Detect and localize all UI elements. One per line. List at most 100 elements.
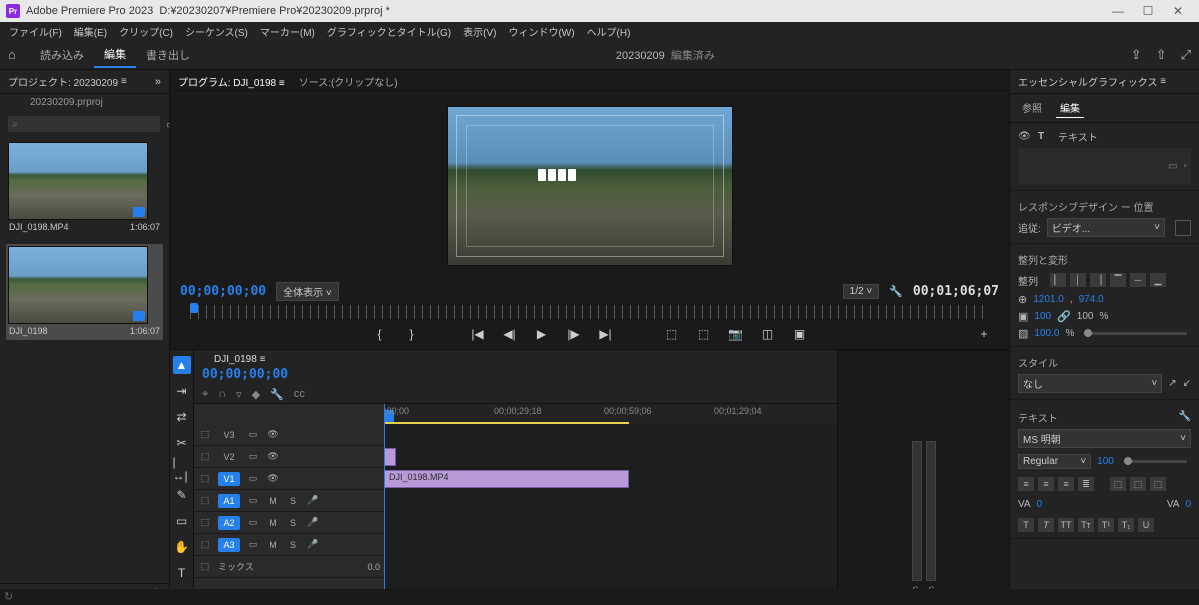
rectangle-tool-icon[interactable]: ▭ [173, 512, 191, 530]
linked-icon[interactable]: ∩ [218, 388, 226, 401]
menu-file[interactable]: ファイル(F) [4, 23, 67, 40]
menu-view[interactable]: 表示(V) [458, 23, 501, 40]
scale-w[interactable]: 100 [1034, 311, 1051, 322]
sync-icon[interactable]: ▭ [246, 539, 260, 550]
text-center-icon[interactable]: ≡ [1038, 477, 1054, 491]
new-folder-icon[interactable]: ▭ [1168, 161, 1177, 172]
hand-tool-icon[interactable]: ✋ [173, 538, 191, 556]
extract-icon[interactable]: ⬚ [695, 327, 713, 341]
opacity-slider[interactable] [1084, 332, 1187, 335]
text-left-icon[interactable]: ≡ [1018, 477, 1034, 491]
video-frame[interactable] [447, 106, 733, 266]
track-v1[interactable]: ⬚ V1 ▭ 👁 [194, 468, 384, 490]
ripple-tool-icon[interactable]: ⇄ [173, 408, 191, 426]
source-tab[interactable]: ソース:(クリップなし) [299, 74, 398, 89]
text-justify-icon[interactable]: ≣ [1078, 477, 1094, 491]
kerning-value[interactable]: 0 [1037, 499, 1043, 510]
voiceover-icon[interactable]: 🎤 [306, 539, 320, 550]
pin-box[interactable] [1175, 220, 1191, 236]
solo-icon[interactable]: S [286, 518, 300, 528]
mark-out-icon[interactable]: } [403, 327, 421, 341]
ws-tab-import[interactable]: 読み込み [30, 43, 94, 67]
bin-item[interactable]: DJI_0198 1:06:07 [6, 244, 163, 340]
menu-graphics[interactable]: グラフィックとタイトル(G) [322, 23, 456, 40]
safe-margins-icon[interactable]: ▣ [791, 327, 809, 341]
ws-tab-edit[interactable]: 編集 [94, 42, 136, 68]
allcaps-icon[interactable]: TT [1058, 518, 1074, 532]
breadcrumb[interactable]: 20230209.prproj [0, 94, 169, 114]
marker-icon[interactable]: ◆ [252, 388, 260, 401]
maximize-button[interactable]: ☐ [1133, 4, 1163, 18]
clip-thumbnail[interactable] [8, 142, 148, 220]
mini-ruler[interactable] [190, 305, 989, 319]
sync-icon[interactable]: ▭ [246, 429, 260, 440]
align-top-icon[interactable]: ▔ [1110, 273, 1126, 287]
playhead-line[interactable] [384, 404, 385, 591]
sync-icon[interactable]: ▭ [246, 495, 260, 506]
lock-icon[interactable]: ⬚ [198, 429, 212, 440]
search-input[interactable] [8, 116, 160, 132]
ws-tab-export[interactable]: 書き出し [136, 43, 200, 67]
font-size[interactable]: 100 [1097, 456, 1114, 467]
layer-text[interactable]: 👁 T テキスト [1018, 127, 1191, 146]
menu-sequence[interactable]: シーケンス(S) [180, 23, 253, 40]
lock-icon[interactable]: ⬚ [198, 539, 212, 550]
close-button[interactable]: ✕ [1163, 4, 1193, 18]
align-bottom-icon[interactable]: ▁ [1150, 273, 1166, 287]
sync-icon[interactable]: ▭ [246, 473, 260, 484]
follow-dropdown[interactable]: ビデオ...˅ [1047, 218, 1165, 237]
lock-icon[interactable]: ⬚ [198, 473, 212, 484]
mute-icon[interactable]: M [266, 518, 280, 528]
export-frame-icon[interactable]: 📷 [727, 327, 745, 341]
display-mode-dropdown[interactable]: 全体表示 ˅ [276, 282, 339, 301]
text-selection-handles[interactable] [538, 169, 576, 181]
track-v3[interactable]: ⬚ V3 ▭ 👁 [194, 424, 384, 446]
pos-y[interactable]: 974.0 [1079, 294, 1104, 305]
lock-icon[interactable]: ⬚ [198, 495, 212, 506]
sync-icon[interactable]: ▭ [246, 451, 260, 462]
opacity-value[interactable]: 100.0 [1034, 328, 1059, 339]
home-icon[interactable]: ⌂ [8, 47, 30, 62]
lift-icon[interactable]: ⬚ [663, 327, 681, 341]
align-right-icon[interactable]: ▕ [1090, 273, 1106, 287]
timeline-timecode[interactable]: 00;00;00;00 [202, 367, 288, 382]
solo-icon[interactable]: S [286, 496, 300, 506]
style-pull-icon[interactable]: ↙ [1183, 378, 1191, 389]
new-layer-icon[interactable]: ▫ [1183, 161, 1187, 172]
style-push-icon[interactable]: ↗ [1168, 378, 1176, 389]
share-icon[interactable]: ⇧ [1156, 47, 1167, 63]
eg-tab-edit[interactable]: 編集 [1056, 98, 1084, 118]
panel-expand-icon[interactable]: » [155, 76, 161, 88]
snap-icon[interactable]: ⌖ [202, 388, 208, 401]
menu-clip[interactable]: クリップ(C) [114, 23, 178, 40]
settings-wrench-icon[interactable]: 🔧 [889, 285, 903, 298]
cc-icon[interactable]: cc [294, 388, 305, 401]
wrench-icon[interactable]: 🔧 [1179, 411, 1191, 422]
play-icon[interactable]: ▶ [533, 327, 551, 341]
mute-icon[interactable]: M [266, 540, 280, 550]
graphics-clip[interactable] [384, 448, 396, 466]
align-vcenter-icon[interactable]: ─ [1130, 273, 1146, 287]
selection-tool-icon[interactable]: ▲ [173, 356, 191, 374]
type-tool-icon[interactable]: T [173, 564, 191, 582]
mute-icon[interactable]: M [266, 496, 280, 506]
go-out-icon[interactable]: ▶| [597, 327, 615, 341]
sequence-tab[interactable]: DJI_0198 ≡ [194, 350, 837, 367]
tracking-value[interactable]: 0 [1185, 499, 1191, 510]
sub-icon[interactable]: T₁ [1118, 518, 1134, 532]
weight-dropdown[interactable]: Regular˅ [1018, 454, 1091, 469]
quick-export-icon[interactable]: ⇪ [1131, 47, 1142, 63]
panel-menu-icon[interactable]: ≡ [1158, 76, 1167, 87]
italic-icon[interactable]: T [1038, 518, 1054, 532]
track-a1[interactable]: ⬚ A1 ▭ M S 🎤 [194, 490, 384, 512]
go-in-icon[interactable]: |◀ [469, 327, 487, 341]
align-left-icon[interactable]: ▏ [1050, 273, 1066, 287]
font-dropdown[interactable]: MS 明朝˅ [1018, 429, 1191, 448]
pos-x[interactable]: 1201.0 [1033, 294, 1064, 305]
track-v2[interactable]: ⬚ V2 ▭ 👁 [194, 446, 384, 468]
time-ruler[interactable]: ;00;00 00;00;29;18 00;00;59;06 00;01;29;… [384, 404, 837, 424]
text-bot-icon[interactable]: ⬚ [1150, 477, 1166, 491]
step-fwd-icon[interactable]: |▶ [565, 327, 583, 341]
menu-help[interactable]: ヘルプ(H) [582, 23, 636, 40]
align-hcenter-icon[interactable]: │ [1070, 273, 1086, 287]
